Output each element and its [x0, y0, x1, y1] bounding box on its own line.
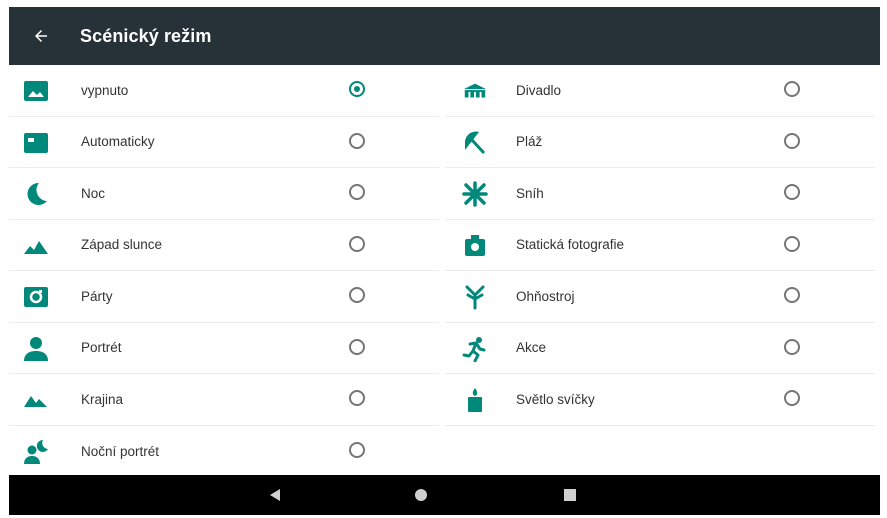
list-item-automaticky[interactable]: Automaticky [9, 117, 439, 168]
list-item-label: Pláž [516, 134, 543, 150]
list-item-portret[interactable]: Portrét [9, 323, 439, 374]
radio-button[interactable] [784, 132, 800, 149]
list-item-zapad-slunce[interactable]: Západ slunce [9, 220, 439, 271]
radio-button[interactable] [349, 441, 365, 458]
list-item-akce[interactable]: Akce [445, 323, 875, 374]
list-item-krajina[interactable]: Krajina [9, 374, 439, 426]
left-column: vypnuto Automaticky Noc Západ slunce Pár… [9, 65, 439, 477]
app-bar: Scénický režim [9, 7, 880, 65]
portrait-icon [23, 336, 49, 362]
list-item-label: Krajina [81, 391, 124, 407]
list-item-label: Automaticky [81, 134, 155, 150]
candle-icon [462, 387, 488, 413]
list-item-label: Sníh [516, 185, 544, 201]
snow-icon [462, 181, 488, 207]
radio-button[interactable] [784, 338, 800, 355]
list-item-svetlo-svicky[interactable]: Světlo svíčky [445, 374, 875, 426]
list-item-label: Divadlo [516, 82, 562, 98]
moon-icon [23, 181, 49, 207]
list-item-party[interactable]: Párty [9, 271, 439, 323]
list-item-snih[interactable]: Sníh [445, 168, 875, 220]
radio-button[interactable] [784, 81, 800, 97]
radio-button[interactable] [349, 184, 365, 200]
radio-button[interactable] [349, 132, 365, 149]
landscape-icon [23, 387, 49, 413]
right-column: Divadlo Pláž Sníh Statická fotografie Oh… [445, 65, 875, 426]
nav-back-icon [270, 489, 280, 501]
image-icon [23, 78, 49, 104]
night-portrait-icon [23, 439, 49, 465]
list-item-ohnostroj[interactable]: Ohňostroj [445, 271, 875, 323]
radio-button[interactable] [349, 81, 365, 97]
auto-icon [23, 130, 49, 156]
list-item-staticka-fotografie[interactable]: Statická fotografie [445, 220, 875, 271]
radio-button[interactable] [349, 338, 365, 355]
still-photo-icon [462, 233, 488, 259]
arrow-left-icon [35, 30, 47, 42]
system-navigation-bar [9, 475, 880, 515]
list-item-label: Světlo svíčky [516, 391, 595, 407]
page-title: Scénický režim [80, 25, 212, 46]
radio-button[interactable] [349, 235, 365, 252]
scene-mode-list: vypnuto Automaticky Noc Západ slunce Pár… [9, 65, 880, 475]
list-item-label: vypnuto [81, 82, 129, 98]
radio-button[interactable] [349, 390, 365, 406]
list-item-plaz[interactable]: Pláž [445, 117, 875, 168]
list-item-label: Noční portrét [81, 443, 160, 459]
radio-button[interactable] [784, 287, 800, 303]
sunset-icon [23, 233, 49, 259]
nav-home-button[interactable] [401, 475, 441, 515]
radio-button[interactable] [784, 235, 800, 252]
fireworks-icon [462, 284, 488, 310]
nav-recents-button[interactable] [550, 475, 590, 515]
list-item-nocni-portret[interactable]: Noční portrét [9, 426, 439, 478]
list-item-label: Portrét [81, 340, 122, 356]
action-icon [462, 336, 488, 362]
radio-button[interactable] [784, 390, 800, 406]
radio-button[interactable] [784, 184, 800, 200]
back-button[interactable] [18, 7, 64, 65]
list-item-label: Ohňostroj [516, 288, 575, 304]
list-item-divadlo[interactable]: Divadlo [445, 65, 875, 117]
nav-home-icon [415, 489, 427, 501]
radio-button[interactable] [349, 287, 365, 303]
list-item-vypnuto[interactable]: vypnuto [9, 65, 439, 117]
list-item-noc[interactable]: Noc [9, 168, 439, 220]
list-item-label: Západ slunce [81, 237, 163, 253]
beach-icon [462, 130, 488, 156]
theater-icon [462, 78, 488, 104]
list-item-label: Párty [81, 288, 113, 304]
nav-recents-icon [564, 489, 576, 501]
party-icon [23, 284, 49, 310]
list-item-label: Akce [516, 340, 547, 356]
list-item-label: Statická fotografie [516, 237, 625, 253]
nav-back-button[interactable] [255, 475, 295, 515]
list-item-label: Noc [81, 185, 106, 201]
